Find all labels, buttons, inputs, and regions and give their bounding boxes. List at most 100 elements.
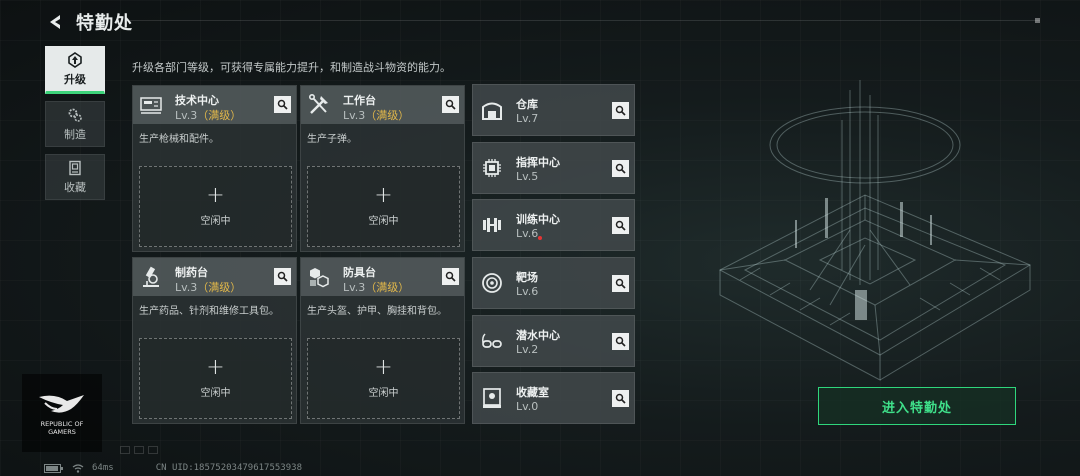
facility-description: 生产头盔、护甲、胸挂和背包。 [307,306,447,317]
facility-name: 收藏室 [516,386,549,399]
search-icon [277,99,288,110]
facility-name: 仓库 [516,98,538,111]
workbench-tools-icon [306,92,332,118]
rog-line-2: GAMERS [48,427,76,436]
facility-level: Lv.6 [516,285,539,298]
plus-icon: + [206,183,225,208]
inspect-button[interactable] [612,275,629,292]
dumbbell-icon [479,212,505,238]
status-footer: 64ms CN UID:18575203479617553938 [44,463,302,473]
search-icon [615,336,626,347]
facility-card-diving-center[interactable]: 潜水中心 Lv.2 [472,315,635,367]
display-case-icon [479,385,505,411]
facility-card-command-center[interactable]: 指挥中心 Lv.5 [472,142,635,194]
level-value: Lv.3 [175,281,198,294]
inspect-button[interactable] [612,333,629,350]
wifi-icon [72,463,84,473]
slot-status: 空闲中 [368,388,399,399]
facility-name: 指挥中心 [516,156,560,169]
maxed-badge: （满级） [365,281,410,294]
notification-dot [538,236,542,240]
back-button[interactable] [44,11,66,33]
search-icon [615,220,626,231]
diving-mask-icon [479,328,505,354]
user-id: CN UID:18575203479617553938 [155,463,302,473]
search-icon [445,99,456,110]
maxed-badge: （满级） [197,109,242,122]
search-icon [615,105,626,116]
facility-level: Lv.3（满级） [175,279,241,295]
inspect-button[interactable] [612,390,629,407]
search-icon [277,271,288,282]
target-icon [479,270,505,296]
facility-name: 技术中心 [175,94,219,107]
search-icon [445,271,456,282]
card-header[interactable]: 防具台 Lv.3（满级） [301,258,464,296]
inspect-button[interactable] [274,268,291,285]
facility-name: 制药台 [175,266,208,279]
side-nav: 升级 制造 收藏 [45,46,105,200]
bottom-decoration [120,446,158,454]
facility-name: 工作台 [343,94,376,107]
tech-center-icon [138,92,164,118]
slot-status: 空闲中 [368,216,399,227]
tab-upgrade-label: 升级 [64,72,86,86]
facility-card-armor-bench: 防具台 Lv.3（满级） 生产头盔、护甲、胸挂和背包。 + 空闲中 [300,257,465,424]
facility-card-shooting-range[interactable]: 靶场 Lv.6 [472,257,635,309]
tab-upgrade[interactable]: 升级 [45,46,105,94]
tab-collection-label: 收藏 [64,180,86,194]
craft-gear-icon [68,108,82,122]
inspect-button[interactable] [442,96,459,113]
production-slot[interactable]: + 空闲中 [307,166,460,247]
facility-description: 生产药品、针剂和维修工具包。 [139,306,279,317]
level-value: Lv.3 [343,281,366,294]
rog-text: REPUBLIC OF GAMERS [32,420,92,436]
inspect-button[interactable] [442,268,459,285]
facility-level: Lv.3（满级） [343,107,409,123]
facility-card-collection-room[interactable]: 收藏室 Lv.0 [472,372,635,424]
facility-card-tech-center: 技术中心 Lv.3（满级） 生产枪械和配件。 + 空闲中 [132,85,297,252]
microscope-icon [138,264,164,290]
slot-status: 空闲中 [200,216,231,227]
facility-description: 生产枪械和配件。 [139,134,219,145]
tab-craft-label: 制造 [64,127,86,141]
facility-level: Lv.0 [516,400,539,413]
facility-card-training-center[interactable]: 训练中心 Lv.6 [472,199,635,251]
tab-collection[interactable]: 收藏 [45,154,105,200]
inspect-button[interactable] [612,102,629,119]
slot-status: 空闲中 [200,388,231,399]
page-description: 升级各部门等级，可获得专属能力提升，和制造战斗物资的能力。 [132,61,451,74]
plus-icon: + [374,183,393,208]
facility-description: 生产子弹。 [307,134,357,145]
inspect-button[interactable] [274,96,291,113]
inspect-button[interactable] [612,217,629,234]
armor-cubes-icon [306,264,332,290]
card-header[interactable]: 工作台 Lv.3（满级） [301,86,464,124]
upgrade-icon [68,51,82,68]
card-header[interactable]: 技术中心 Lv.3（满级） [133,86,296,124]
ping-value: 64ms [92,463,114,473]
enter-base-button[interactable]: 进入特勤处 [818,387,1016,425]
facility-level: Lv.3（满级） [343,279,409,295]
search-icon [615,393,626,404]
header: 特勤处 [44,8,133,36]
search-icon [615,163,626,174]
search-icon [615,278,626,289]
production-slot[interactable]: + 空闲中 [307,338,460,419]
facility-level: Lv.7 [516,112,539,125]
facility-level: Lv.5 [516,170,539,183]
production-slot[interactable]: + 空闲中 [139,338,292,419]
facility-card-warehouse[interactable]: 仓库 Lv.7 [472,84,635,136]
tab-craft[interactable]: 制造 [45,101,105,147]
chip-icon [479,155,505,181]
plus-icon: + [206,355,225,380]
inspect-button[interactable] [612,160,629,177]
warehouse-icon [479,97,505,123]
facility-card-workbench: 工作台 Lv.3（满级） 生产子弹。 + 空闲中 [300,85,465,252]
production-slot[interactable]: + 空闲中 [139,166,292,247]
rog-logo: REPUBLIC OF GAMERS [22,374,102,452]
card-header[interactable]: 制药台 Lv.3（满级） [133,258,296,296]
title-divider [130,18,1040,23]
rog-eye-icon [39,394,84,413]
facility-level: Lv.3（满级） [175,107,241,123]
